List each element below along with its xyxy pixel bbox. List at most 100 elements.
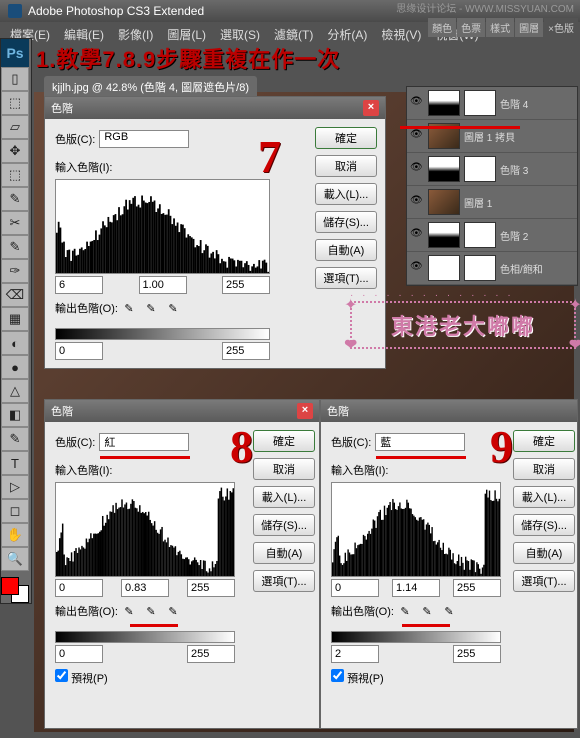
in-high[interactable] bbox=[453, 579, 501, 597]
mask-thumb[interactable] bbox=[464, 222, 496, 248]
tool-2[interactable]: ▱ bbox=[1, 115, 29, 139]
mask-thumb[interactable] bbox=[464, 255, 496, 281]
channel-select[interactable]: RGB bbox=[99, 130, 189, 148]
out-high[interactable] bbox=[453, 645, 501, 663]
in-high[interactable] bbox=[222, 276, 270, 294]
in-high[interactable] bbox=[187, 579, 235, 597]
output-gradient[interactable] bbox=[331, 631, 501, 643]
tool-17[interactable]: ▷ bbox=[1, 475, 29, 499]
document-tab[interactable]: kjjlh.jpg @ 42.8% (色階 4, 圖層遮色片/8) bbox=[44, 76, 257, 98]
options-button[interactable]: 選項(T)... bbox=[513, 570, 575, 592]
layer-thumb[interactable] bbox=[428, 222, 460, 248]
tab-layer[interactable]: 圖層 bbox=[515, 18, 543, 37]
preview-checkbox[interactable] bbox=[331, 669, 344, 682]
save-button[interactable]: 儲存(S)... bbox=[315, 211, 377, 233]
in-low[interactable] bbox=[55, 276, 103, 294]
tool-0[interactable]: ▯ bbox=[1, 67, 29, 91]
layer-row[interactable]: 👁色階 4 bbox=[407, 87, 577, 120]
eyedropper-black-icon[interactable]: ✎ bbox=[121, 603, 137, 619]
eye-icon[interactable]: 👁 bbox=[410, 129, 424, 143]
layer-thumb[interactable] bbox=[428, 90, 460, 116]
preview-checkbox[interactable] bbox=[55, 669, 68, 682]
load-button[interactable]: 載入(L)... bbox=[513, 486, 575, 508]
mask-thumb[interactable] bbox=[464, 90, 496, 116]
layer-thumb[interactable] bbox=[428, 156, 460, 182]
tool-18[interactable]: ◻ bbox=[1, 499, 29, 523]
output-gradient[interactable] bbox=[55, 328, 270, 340]
tab-color[interactable]: 顏色 bbox=[428, 18, 456, 37]
eyedropper-black-icon[interactable]: ✎ bbox=[121, 300, 137, 316]
eyedropper-gray-icon[interactable]: ✎ bbox=[143, 603, 159, 619]
out-low[interactable] bbox=[331, 645, 379, 663]
layer-thumb[interactable] bbox=[428, 189, 460, 215]
tool-5[interactable]: ✎ bbox=[1, 187, 29, 211]
tool-6[interactable]: ✂ bbox=[1, 211, 29, 235]
in-low[interactable] bbox=[55, 579, 103, 597]
layer-row[interactable]: 👁圖層 1 bbox=[407, 186, 577, 219]
cancel-button[interactable]: 取消 bbox=[253, 458, 315, 480]
close-icon[interactable]: × bbox=[297, 403, 313, 419]
tool-11[interactable]: ◐ bbox=[1, 331, 29, 355]
in-mid[interactable] bbox=[139, 276, 187, 294]
load-button[interactable]: 載入(L)... bbox=[253, 486, 315, 508]
layer-row[interactable]: 👁色階 2 bbox=[407, 219, 577, 252]
in-mid[interactable] bbox=[392, 579, 440, 597]
tool-12[interactable]: ● bbox=[1, 355, 29, 379]
cancel-button[interactable]: 取消 bbox=[513, 458, 575, 480]
tool-14[interactable]: ◧ bbox=[1, 403, 29, 427]
menu-view[interactable]: 檢視(V) bbox=[375, 24, 427, 45]
mask-thumb[interactable] bbox=[464, 156, 496, 182]
eye-icon[interactable]: 👁 bbox=[410, 228, 424, 242]
tool-16[interactable]: T bbox=[1, 451, 29, 475]
auto-button[interactable]: 自動(A) bbox=[253, 542, 315, 564]
channel-select[interactable]: 紅 bbox=[99, 433, 189, 451]
out-low[interactable] bbox=[55, 342, 103, 360]
eyedropper-white-icon[interactable]: ✎ bbox=[165, 300, 181, 316]
output-gradient[interactable] bbox=[55, 631, 235, 643]
layer-row[interactable]: 👁圖層 1 拷貝 bbox=[407, 120, 577, 153]
tool-9[interactable]: ⌫ bbox=[1, 283, 29, 307]
ok-button[interactable]: 確定 bbox=[315, 127, 377, 149]
eye-icon[interactable]: 👁 bbox=[410, 96, 424, 110]
eyedropper-gray-icon[interactable]: ✎ bbox=[143, 300, 159, 316]
eye-icon[interactable]: 👁 bbox=[410, 162, 424, 176]
tool-13[interactable]: △ bbox=[1, 379, 29, 403]
channel-select[interactable]: 藍 bbox=[375, 433, 465, 451]
auto-button[interactable]: 自動(A) bbox=[513, 542, 575, 564]
ok-button[interactable]: 確定 bbox=[513, 430, 575, 452]
auto-button[interactable]: 自動(A) bbox=[315, 239, 377, 261]
tool-10[interactable]: ▦ bbox=[1, 307, 29, 331]
eye-icon[interactable]: 👁 bbox=[410, 195, 424, 209]
save-button[interactable]: 儲存(S)... bbox=[253, 514, 315, 536]
color-swatch[interactable] bbox=[1, 577, 31, 603]
tool-15[interactable]: ✎ bbox=[1, 427, 29, 451]
tool-19[interactable]: ✋ bbox=[1, 523, 29, 547]
in-low[interactable] bbox=[331, 579, 379, 597]
out-high[interactable] bbox=[187, 645, 235, 663]
options-button[interactable]: 選項(T)... bbox=[253, 570, 315, 592]
tool-3[interactable]: ✥ bbox=[1, 139, 29, 163]
eyedropper-black-icon[interactable]: ✎ bbox=[397, 603, 413, 619]
tool-4[interactable]: ⬚ bbox=[1, 163, 29, 187]
in-mid[interactable] bbox=[121, 579, 169, 597]
ok-button[interactable]: 確定 bbox=[253, 430, 315, 452]
options-button[interactable]: 選項(T)... bbox=[315, 267, 377, 289]
eyedropper-white-icon[interactable]: ✎ bbox=[165, 603, 181, 619]
tab-style[interactable]: 樣式 bbox=[486, 18, 514, 37]
tool-8[interactable]: ✑ bbox=[1, 259, 29, 283]
layer-row[interactable]: 👁色相/飽和 bbox=[407, 252, 577, 285]
tab-channel[interactable]: ×色版 bbox=[544, 18, 578, 37]
cancel-button[interactable]: 取消 bbox=[315, 155, 377, 177]
save-button[interactable]: 儲存(S)... bbox=[513, 514, 575, 536]
tool-20[interactable]: 🔍 bbox=[1, 547, 29, 571]
out-low[interactable] bbox=[55, 645, 103, 663]
eyedropper-white-icon[interactable]: ✎ bbox=[441, 603, 457, 619]
tool-7[interactable]: ✎ bbox=[1, 235, 29, 259]
out-high[interactable] bbox=[222, 342, 270, 360]
layer-row[interactable]: 👁色階 3 bbox=[407, 153, 577, 186]
layer-thumb[interactable] bbox=[428, 255, 460, 281]
close-icon[interactable]: × bbox=[363, 100, 379, 116]
tool-1[interactable]: ⬚ bbox=[1, 91, 29, 115]
eye-icon[interactable]: 👁 bbox=[410, 261, 424, 275]
load-button[interactable]: 載入(L)... bbox=[315, 183, 377, 205]
